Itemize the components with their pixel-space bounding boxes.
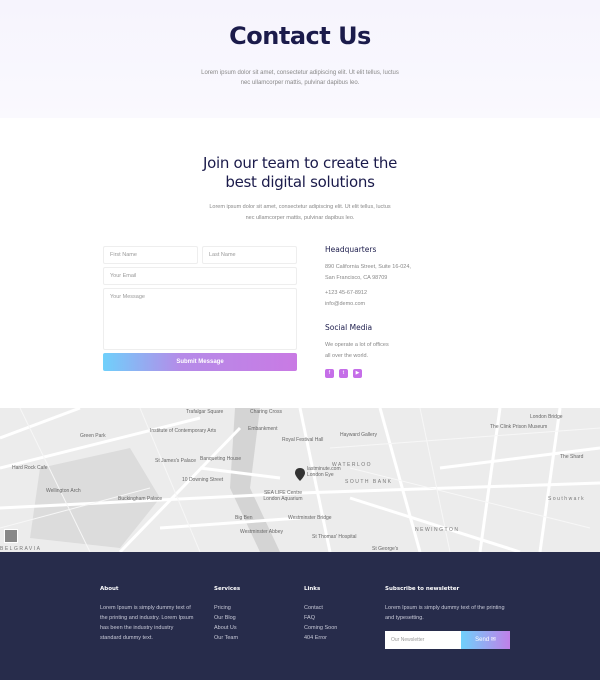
- map[interactable]: Trafalgar Square Charing Cross Green Par…: [0, 408, 600, 552]
- map-label: Embankment: [248, 426, 278, 432]
- map-label: Institute of Contemporary Arts: [150, 428, 217, 434]
- footer: About Lorem Ipsum is simply dummy text o…: [0, 552, 600, 680]
- map-label: Wellington Arch: [46, 488, 81, 494]
- footer-link-contact[interactable]: Contact: [304, 603, 337, 613]
- footer-about-title: About: [100, 586, 119, 592]
- map-label: Buckingham Palace: [118, 496, 163, 502]
- email-input[interactable]: Your Email: [103, 267, 297, 285]
- map-label: Hayward Gallery: [340, 432, 377, 438]
- map-label: Royal Festival Hall: [282, 437, 324, 443]
- youtube-icon[interactable]: ▶: [353, 369, 362, 378]
- social-text: We operate a lot of offices: [325, 342, 389, 348]
- footer-links-title: Links: [304, 586, 321, 592]
- map-label: The Clink Prison Museum: [490, 424, 548, 430]
- send-button[interactable]: Send ✉: [461, 631, 510, 649]
- facebook-icon[interactable]: f: [325, 369, 334, 378]
- map-label: St James's Palace: [155, 458, 196, 464]
- footer-services-title: Services: [214, 586, 241, 592]
- map-pin-icon: [295, 468, 305, 481]
- footer-subscribe-title: Subscribe to newsletter: [385, 586, 460, 592]
- map-label: Charing Cross: [250, 409, 282, 415]
- map-label: Westminster Bridge: [288, 515, 332, 521]
- envelope-icon: ✉: [490, 637, 496, 643]
- footer-about-text: Lorem Ipsum is simply dummy text of the …: [100, 605, 194, 641]
- newsletter-input[interactable]: Our Newsletter: [385, 631, 461, 649]
- map-label: Hard Rock Cafe: [12, 465, 48, 471]
- satellite-toggle[interactable]: [4, 529, 18, 543]
- page-title: Contact Us: [229, 22, 371, 50]
- map-label: 10 Downing Street: [182, 477, 224, 483]
- map-label: Trafalgar Square: [186, 409, 224, 415]
- footer-link-team[interactable]: Our Team: [214, 633, 240, 643]
- map-label: lastminute.com London Eye: [307, 466, 341, 478]
- address-line: San Francisco, CA 98709: [325, 274, 388, 281]
- headquarters-title: Headquarters: [325, 245, 377, 254]
- join-title: Join our team to create the best digital…: [202, 154, 398, 191]
- footer-link-coming-soon[interactable]: Coming Soon: [304, 623, 337, 633]
- map-label: SOUTH BANK: [345, 479, 393, 485]
- map-label: Westminster Abbey: [240, 529, 283, 535]
- phone: +123 45-67-8912: [325, 290, 368, 296]
- first-name-input[interactable]: First Name: [103, 246, 198, 264]
- map-label: Banqueting House: [200, 456, 242, 462]
- map-label: London Bridge: [530, 414, 563, 420]
- map-label: NEWINGTON: [415, 527, 460, 533]
- contact-form: First Name Last Name Your Email Your Mes…: [103, 246, 297, 371]
- email: info@demo.com: [325, 300, 366, 307]
- footer-link-blog[interactable]: Our Blog: [214, 613, 240, 623]
- map-label: Big Ben: [235, 515, 253, 521]
- map-label: SEA LIFE Centre London Aquarium: [263, 490, 303, 502]
- social-text: all over the world.: [325, 352, 369, 359]
- social-title: Social Media: [325, 323, 373, 332]
- last-name-input[interactable]: Last Name: [202, 246, 297, 264]
- twitter-icon[interactable]: t: [339, 369, 348, 378]
- map-label: Southwark: [548, 496, 586, 502]
- map-label: Green Park: [80, 433, 106, 439]
- send-label: Send: [475, 637, 490, 643]
- footer-subscribe-text: Lorem Ipsum is simply dummy text of the …: [385, 605, 505, 621]
- footer-link-about[interactable]: About Us: [214, 623, 240, 633]
- map-label: The Shard: [560, 454, 584, 460]
- hero-section: Contact Us Lorem ipsum dolor sit amet, c…: [0, 0, 600, 118]
- footer-link-faq[interactable]: FAQ: [304, 613, 337, 623]
- hero-text: Lorem ipsum dolor sit amet, consectetur …: [201, 70, 399, 86]
- map-label: St Thomas' Hospital: [312, 534, 357, 540]
- join-section: Join our team to create the best digital…: [0, 118, 600, 224]
- join-text: Lorem ipsum dolor sit amet, consectetur …: [209, 204, 391, 221]
- footer-link-404[interactable]: 404 Error: [304, 633, 337, 643]
- message-textarea[interactable]: Your Message: [103, 288, 297, 350]
- address-line: 890 California Street, Suite 16-024,: [325, 264, 411, 270]
- footer-link-pricing[interactable]: Pricing: [214, 603, 240, 613]
- submit-button[interactable]: Submit Message: [103, 353, 297, 371]
- contact-info: Headquarters 890 California Street, Suit…: [325, 245, 445, 378]
